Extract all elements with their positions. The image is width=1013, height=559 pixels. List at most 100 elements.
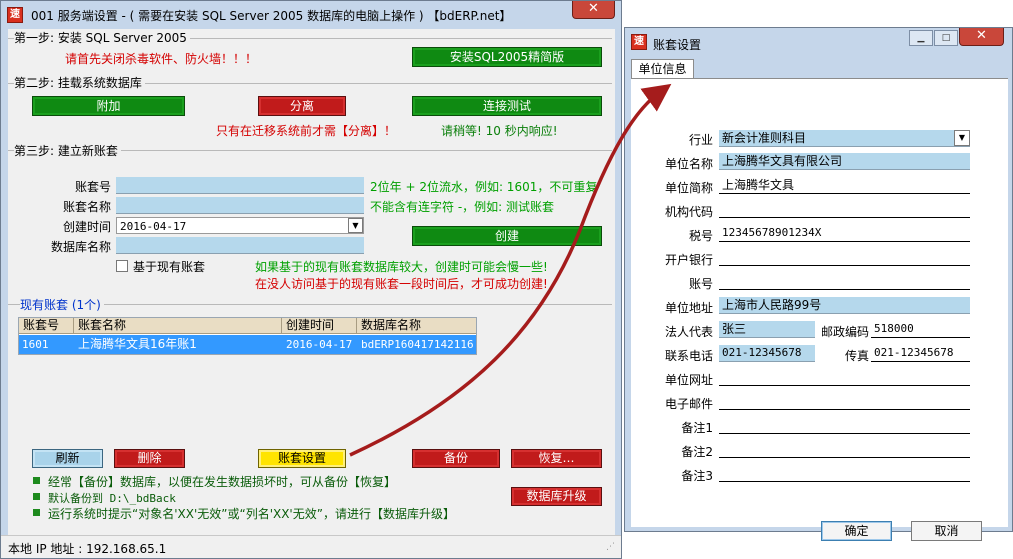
account-name-input[interactable] xyxy=(116,197,364,214)
step3-title: 第三步: 建立新账套 xyxy=(14,142,121,159)
step1-warning: 请首先关闭杀毒软件、防火墙！！！ xyxy=(65,52,258,66)
note2-input[interactable] xyxy=(719,441,970,458)
website-input[interactable] xyxy=(719,369,970,386)
column-header-created-time[interactable]: 创建时间 xyxy=(282,318,357,334)
account-name-hint: 不能含有连字符 -，例如: 测试账套 xyxy=(370,200,555,214)
tip-bullet-icon xyxy=(33,477,40,484)
existing-title: 现有账套 (1个) xyxy=(20,296,104,313)
chevron-down-icon[interactable]: ▼ xyxy=(954,130,970,146)
account-no-hint: 2位年 + 2位流水，例如: 1601，不可重复 xyxy=(370,180,598,194)
create-account-button[interactable]: 创建 xyxy=(412,226,602,246)
tax-no-label: 税号 xyxy=(688,229,713,243)
cancel-button[interactable]: 取消 xyxy=(911,521,982,541)
created-time-picker[interactable]: 2016-04-17 ▼ xyxy=(116,217,364,234)
app-logo-icon: 速 xyxy=(631,34,647,50)
account-window-close-button[interactable]: ✕ xyxy=(959,28,1004,46)
account-settings-window: 速 账套设置 ▁ □ ✕ 单位信息 行业 新会计准则科目 ▼ 单位名称 上海腾华… xyxy=(624,27,1013,541)
account-window-titlebar[interactable]: 速 账套设置 ▁ □ ✕ xyxy=(625,28,1012,56)
based-note-2: 在没人访问基于的现有账套一段时间后，才可成功创建! xyxy=(255,277,548,291)
step2-title: 第二步: 挂载系统数据库 xyxy=(14,74,145,91)
email-input[interactable] xyxy=(719,393,970,410)
table-cell: 1601 xyxy=(22,338,49,351)
bank-input[interactable] xyxy=(719,249,970,266)
account-no-label: 账套号 xyxy=(74,180,111,194)
step1-title: 第一步: 安装 SQL Server 2005 xyxy=(14,29,190,46)
org-code-input[interactable] xyxy=(719,201,970,218)
created-time-value: 2016-04-17 xyxy=(120,220,187,233)
industry-label: 行业 xyxy=(688,133,713,147)
tip-2: 默认备份到 D:\_bdBack xyxy=(48,492,176,505)
unit-name-label: 单位名称 xyxy=(664,157,713,171)
fax-label: 传真 xyxy=(844,349,869,363)
tip-3: 运行系统时提示“对象名'XX'无效”或“列名'XX'无效”，请进行【数据库升级】 xyxy=(48,507,455,521)
service-window-titlebar[interactable]: 速 001 服务端设置 - ( 需要在安装 SQL Server 2005 数据… xyxy=(1,1,621,29)
account-settings-button[interactable]: 账套设置 xyxy=(258,449,346,468)
note3-input[interactable] xyxy=(719,465,970,482)
note1-input[interactable] xyxy=(719,417,970,434)
ok-button[interactable]: 确定 xyxy=(821,521,892,541)
postcode-input[interactable]: 518000 xyxy=(871,321,970,338)
unit-name-input[interactable]: 上海腾华文具有限公司 xyxy=(719,153,970,170)
minimize-icon[interactable]: ▁ xyxy=(909,30,933,46)
maximize-icon[interactable]: □ xyxy=(934,30,958,46)
tip-bullet-icon xyxy=(33,493,40,500)
account-window-client: 单位信息 行业 新会计准则科目 ▼ 单位名称 上海腾华文具有限公司 单位简称 上… xyxy=(631,58,1008,541)
fax-input[interactable]: 021-12345678 xyxy=(871,345,970,362)
tab-unit-info[interactable]: 单位信息 xyxy=(631,59,694,79)
service-window-client: 第一步: 安装 SQL Server 2005 请首先关闭杀毒软件、防火墙！！！… xyxy=(8,29,615,553)
service-window-close-button[interactable]: ✕ xyxy=(572,1,615,19)
delete-button[interactable]: 删除 xyxy=(114,449,185,468)
db-name-input[interactable] xyxy=(116,237,364,254)
tip-bullet-icon xyxy=(33,509,40,516)
based-on-existing-checkbox[interactable] xyxy=(116,260,128,272)
note3-label: 备注3 xyxy=(681,469,713,483)
account-no-label: 账号 xyxy=(688,277,713,291)
table-row[interactable]: 1601 上海腾华文具16年账1 2016-04-17 bdERP1604171… xyxy=(19,335,476,354)
table-cell: bdERP160417142116 xyxy=(361,338,474,351)
refresh-button[interactable]: 刷新 xyxy=(32,449,103,468)
legal-rep-label: 法人代表 xyxy=(664,325,713,339)
website-label: 单位网址 xyxy=(664,373,713,387)
status-bar: 本地 IP 地址 : 192.168.65.1 ⋰ xyxy=(1,535,621,558)
detach-button[interactable]: 分离 xyxy=(258,96,346,116)
created-time-label: 创建时间 xyxy=(62,220,111,234)
local-ip-status: 本地 IP 地址 : 192.168.65.1 xyxy=(8,542,167,556)
app-logo-icon: 速 xyxy=(7,7,23,23)
table-cell: 上海腾华文具16年账1 xyxy=(78,337,197,351)
tax-no-input[interactable]: 12345678901234X xyxy=(719,225,970,242)
install-sql2005-button[interactable]: 安装SQL2005精简版 xyxy=(412,47,602,67)
bank-account-input[interactable] xyxy=(719,273,970,290)
bank-label: 开户银行 xyxy=(664,253,713,267)
attach-button[interactable]: 附加 xyxy=(32,96,185,116)
existing-accounts-table: 账套号 账套名称 创建时间 数据库名称 1601 上海腾华文具16年账1 201… xyxy=(18,317,477,355)
unit-short-label: 单位简称 xyxy=(664,181,713,195)
chevron-down-icon[interactable]: ▼ xyxy=(348,218,363,233)
service-window-title: 001 服务端设置 - ( 需要在安装 SQL Server 2005 数据库的… xyxy=(31,9,512,23)
legal-rep-input[interactable]: 张三 xyxy=(719,321,815,338)
unit-short-input[interactable]: 上海腾华文具 xyxy=(719,177,970,194)
account-no-input[interactable] xyxy=(116,177,364,194)
based-on-existing-label: 基于现有账套 xyxy=(133,260,206,274)
column-header-account-no[interactable]: 账套号 xyxy=(19,318,74,334)
phone-label: 联系电话 xyxy=(664,349,713,363)
industry-select[interactable]: 新会计准则科目 ▼ xyxy=(719,130,970,147)
account-name-label: 账套名称 xyxy=(62,200,111,214)
restore-button[interactable]: 恢复… xyxy=(511,449,602,468)
service-settings-window: 速 001 服务端设置 - ( 需要在安装 SQL Server 2005 数据… xyxy=(0,0,622,559)
db-upgrade-button[interactable]: 数据库升级 xyxy=(511,487,602,506)
address-input[interactable]: 上海市人民路99号 xyxy=(719,297,970,314)
based-note-1: 如果基于的现有账套数据库较大，创建时可能会慢一些! xyxy=(255,260,548,274)
phone-input[interactable]: 021-12345678 xyxy=(719,345,815,362)
org-code-label: 机构代码 xyxy=(664,205,713,219)
note1-label: 备注1 xyxy=(681,421,713,435)
detach-note: 只有在迁移系统前才需【分离】！ xyxy=(216,124,397,138)
connection-test-button[interactable]: 连接测试 xyxy=(412,96,602,116)
wait-note: 请稍等! 10 秒内响应! xyxy=(441,124,558,138)
resize-grip-icon[interactable]: ⋰ xyxy=(606,542,615,552)
address-label: 单位地址 xyxy=(664,301,713,315)
tip-1: 经常【备份】数据库，以便在发生数据损坏时，可从备份【恢复】 xyxy=(48,475,397,489)
column-header-db-name[interactable]: 数据库名称 xyxy=(357,318,476,334)
column-header-account-name[interactable]: 账套名称 xyxy=(74,318,282,334)
backup-button[interactable]: 备份 xyxy=(412,449,500,468)
industry-value: 新会计准则科目 xyxy=(722,131,807,145)
